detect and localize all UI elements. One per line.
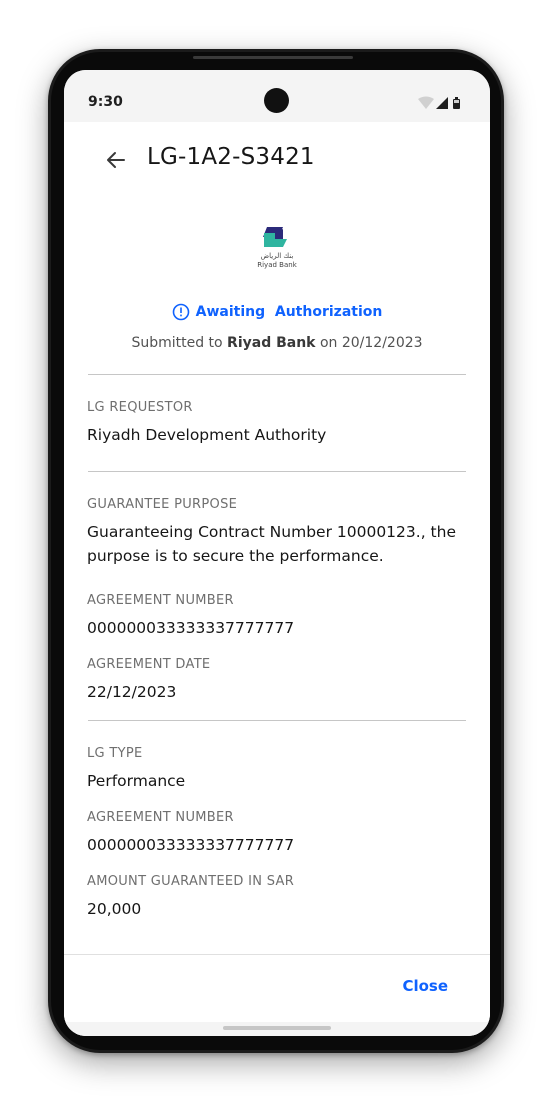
submitted-date: 20/12/2023 [341, 335, 423, 351]
divider [88, 720, 466, 721]
bank-logo: بنك الرياض Riyad Bank [257, 227, 298, 269]
arrow-left-icon[interactable] [102, 146, 130, 174]
lg-type-label: LG TYPE [87, 746, 143, 761]
status-time: 9:30 [88, 94, 123, 110]
bank-logo-arabic: بنك الرياض [261, 252, 294, 260]
submitted-prefix: Submitted to [131, 335, 228, 351]
wifi-icon [418, 96, 434, 109]
amount-guaranteed-value: 20,000 [87, 900, 142, 918]
agreement-number-value: 000000033333337777777 [87, 836, 295, 854]
submitted-info: Submitted to Riyad Bank on 20/12/2023 [64, 335, 490, 351]
front-camera [264, 88, 289, 113]
phone-screen: 9:30 LG-1A2-S3421 بنك الرياض Riyad Bank [64, 70, 490, 1036]
navigation-bar [64, 1022, 490, 1036]
divider [88, 471, 466, 472]
home-indicator[interactable] [223, 1026, 331, 1030]
signal-icon [436, 97, 448, 109]
agreement-date-value: 22/12/2023 [87, 683, 177, 701]
guarantee-purpose-value: Guaranteeing Contract Number 10000123., … [87, 523, 456, 565]
agreement-date-label: AGREEMENT DATE [87, 657, 211, 672]
agreement-number-label: AGREEMENT NUMBER [87, 593, 234, 608]
status-bar: 9:30 [64, 70, 490, 122]
requestor-value: Riyadh Development Authority [87, 426, 327, 444]
submitted-middle: on [315, 335, 342, 351]
guarantee-purpose-label: GUARANTEE PURPOSE [87, 497, 238, 512]
close-button[interactable]: Close [402, 977, 448, 995]
divider [88, 374, 466, 375]
amount-guaranteed-label: AMOUNT GUARANTEED IN SAR [87, 874, 295, 889]
agreement-number-label: AGREEMENT NUMBER [87, 810, 234, 825]
bank-logo-english: Riyad Bank [257, 261, 297, 269]
submitted-bank-name: Riyad Bank [227, 335, 316, 351]
phone-speaker [193, 56, 353, 59]
page-title: LG-1A2-S3421 [147, 144, 315, 170]
alert-circle-icon [172, 303, 189, 321]
status-text: Awaiting Authorization [195, 304, 383, 320]
back-button[interactable] [102, 146, 130, 174]
authorization-status: Awaiting Authorization [64, 303, 490, 325]
lg-type-value: Performance [87, 772, 186, 790]
status-icons [418, 96, 460, 109]
app-header: LG-1A2-S3421 [64, 122, 490, 198]
requestor-label: LG REQUESTOR [87, 400, 193, 415]
agreement-number-value: 000000033333337777777 [87, 619, 295, 637]
